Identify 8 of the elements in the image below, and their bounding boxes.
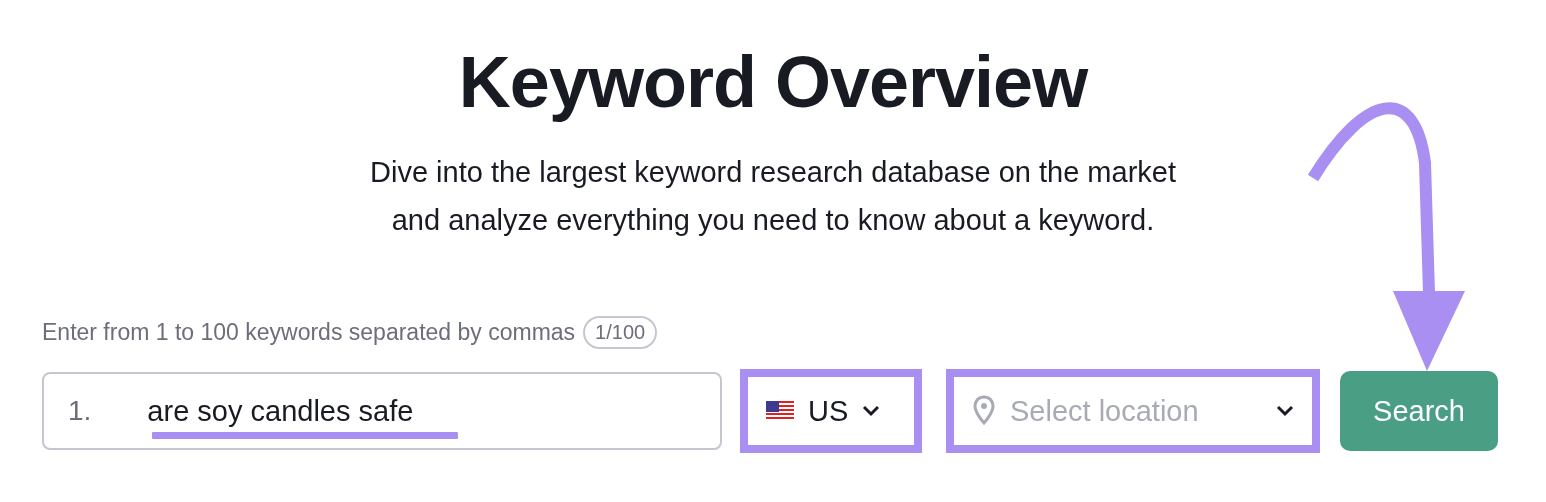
field-label: Enter from 1 to 100 keywords separated by commas [42,319,576,346]
keyword-counter: 1/100 [583,316,658,349]
page-title: Keyword Overview [458,42,1088,122]
line-number: 1. [68,395,92,427]
page-description: Dive into the largest keyword research database on the market and analyze everything you need to know about a keyword. [370,155,1176,238]
country-select[interactable]: US [740,369,922,453]
keyword-text: are soy candles safe [147,394,414,428]
keyword-field[interactable]: 1. are soy candles safe [42,372,722,450]
